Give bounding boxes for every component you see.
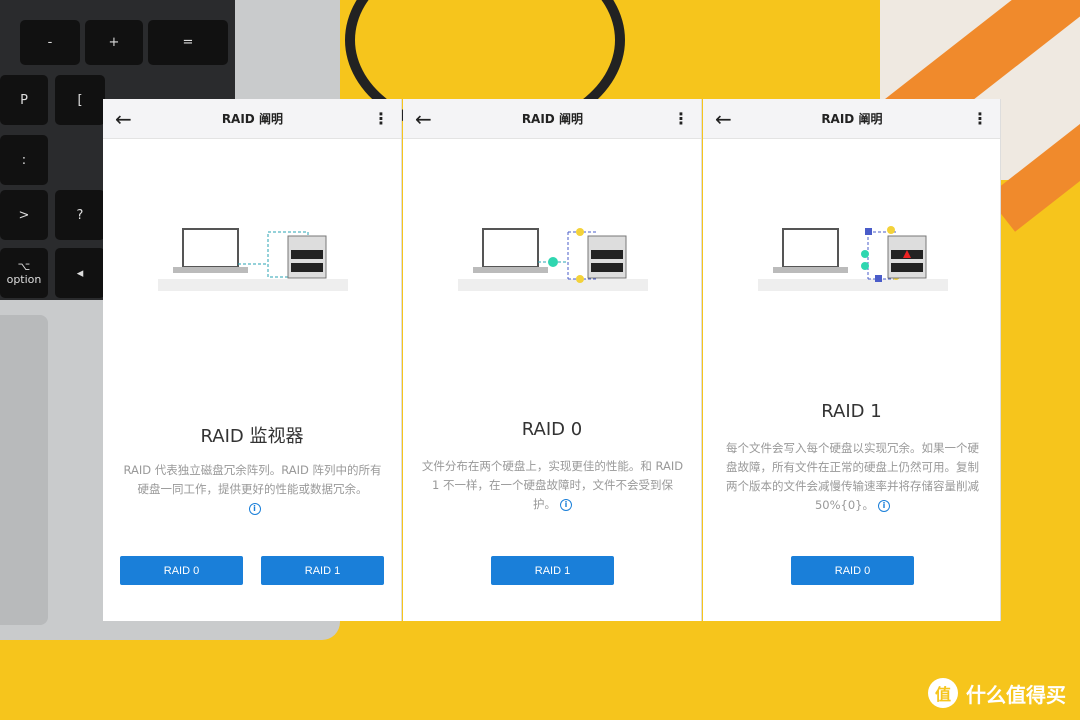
raid1-button[interactable]: RAID 1: [491, 556, 614, 585]
key: =: [148, 20, 228, 65]
key-label: =: [182, 35, 194, 50]
key: ◂: [55, 248, 105, 298]
raid0-screen: ← RAID 阐明 ⋮ RAID 0 文件分布在两个硬盘上，实现更佳的性能。和 …: [403, 99, 702, 621]
key: :: [0, 135, 48, 185]
key: +: [85, 20, 143, 65]
key-label: >: [18, 207, 30, 223]
key-label: :: [21, 152, 27, 168]
watermark: 值 什么值得买: [928, 678, 1066, 708]
trackpad: [0, 315, 48, 625]
description-text: 每个文件会写入每个硬盘以实现冗余。如果一个硬盘故障，所有文件在正常的硬盘上仍然可…: [726, 441, 979, 512]
key: ?: [55, 190, 105, 240]
key: >: [0, 190, 48, 240]
more-options-icon[interactable]: ⋮: [673, 109, 689, 128]
raid-monitor-screen: ← RAID 阐明 ⋮ RAID 监视器 RAID 代表独立磁盘冗余阵列。RAI…: [103, 99, 402, 621]
info-icon[interactable]: i: [560, 498, 572, 511]
screen-description: 每个文件会写入每个硬盘以实现冗余。如果一个硬盘故障，所有文件在正常的硬盘上仍然可…: [721, 439, 984, 515]
back-arrow-icon[interactable]: ←: [415, 107, 432, 131]
screen-title: RAID 1: [821, 401, 882, 422]
key-label: +: [108, 35, 120, 50]
screen-description: 文件分布在两个硬盘上，实现更佳的性能。和 RAID 1 不一样，在一个硬盘故障时…: [421, 457, 684, 514]
raid1-illustration: [758, 226, 948, 291]
key: P: [0, 75, 48, 125]
key-label: [: [77, 92, 83, 108]
watermark-text: 什么值得买: [966, 682, 1066, 707]
header-title: RAID 阐明: [521, 112, 583, 126]
description-text: RAID 代表独立磁盘冗余阵列。RAID 阵列中的所有硬盘一同工作，提供更好的性…: [123, 463, 382, 496]
raid0-button[interactable]: RAID 0: [120, 556, 243, 585]
app-header: ← RAID 阐明 ⋮: [403, 99, 701, 139]
app-header: ← RAID 阐明 ⋮: [103, 99, 401, 139]
key-label: P: [20, 92, 28, 108]
info-icon[interactable]: i: [878, 499, 890, 512]
key-option: ⌥ option: [0, 248, 48, 298]
more-options-icon[interactable]: ⋮: [972, 109, 988, 128]
key-label: -: [47, 35, 53, 50]
key: [: [55, 75, 105, 125]
raid0-button[interactable]: RAID 0: [791, 556, 914, 585]
back-arrow-icon[interactable]: ←: [715, 107, 732, 131]
raid1-screen: ← RAID 阐明 ⋮ RAID 1 每个文件会写入每个硬盘以实现冗余。如果一个…: [703, 99, 1001, 621]
header-title: RAID 阐明: [221, 112, 283, 126]
key-label: ?: [76, 207, 84, 223]
watermark-logo-icon: 值: [928, 678, 958, 708]
raid1-button[interactable]: RAID 1: [261, 556, 384, 585]
key: -: [20, 20, 80, 65]
screen-title: RAID 监视器: [200, 426, 304, 447]
more-options-icon[interactable]: ⋮: [373, 109, 389, 128]
key-label: ◂: [76, 265, 84, 281]
screen-description: RAID 代表独立磁盘冗余阵列。RAID 阵列中的所有硬盘一同工作，提供更好的性…: [121, 461, 384, 518]
raid-illustration: [158, 228, 348, 291]
back-arrow-icon[interactable]: ←: [115, 107, 132, 131]
key-label: option: [6, 273, 42, 286]
app-header: ← RAID 阐明 ⋮: [703, 99, 1000, 139]
screen-title: RAID 0: [521, 419, 583, 440]
description-text: 文件分布在两个硬盘上，实现更佳的性能。和 RAID 1 不一样，在一个硬盘故障时…: [421, 459, 684, 511]
info-icon[interactable]: i: [248, 502, 261, 515]
key-label: ⌥: [17, 260, 31, 273]
header-title: RAID 阐明: [821, 112, 883, 126]
raid0-illustration: [458, 228, 648, 291]
